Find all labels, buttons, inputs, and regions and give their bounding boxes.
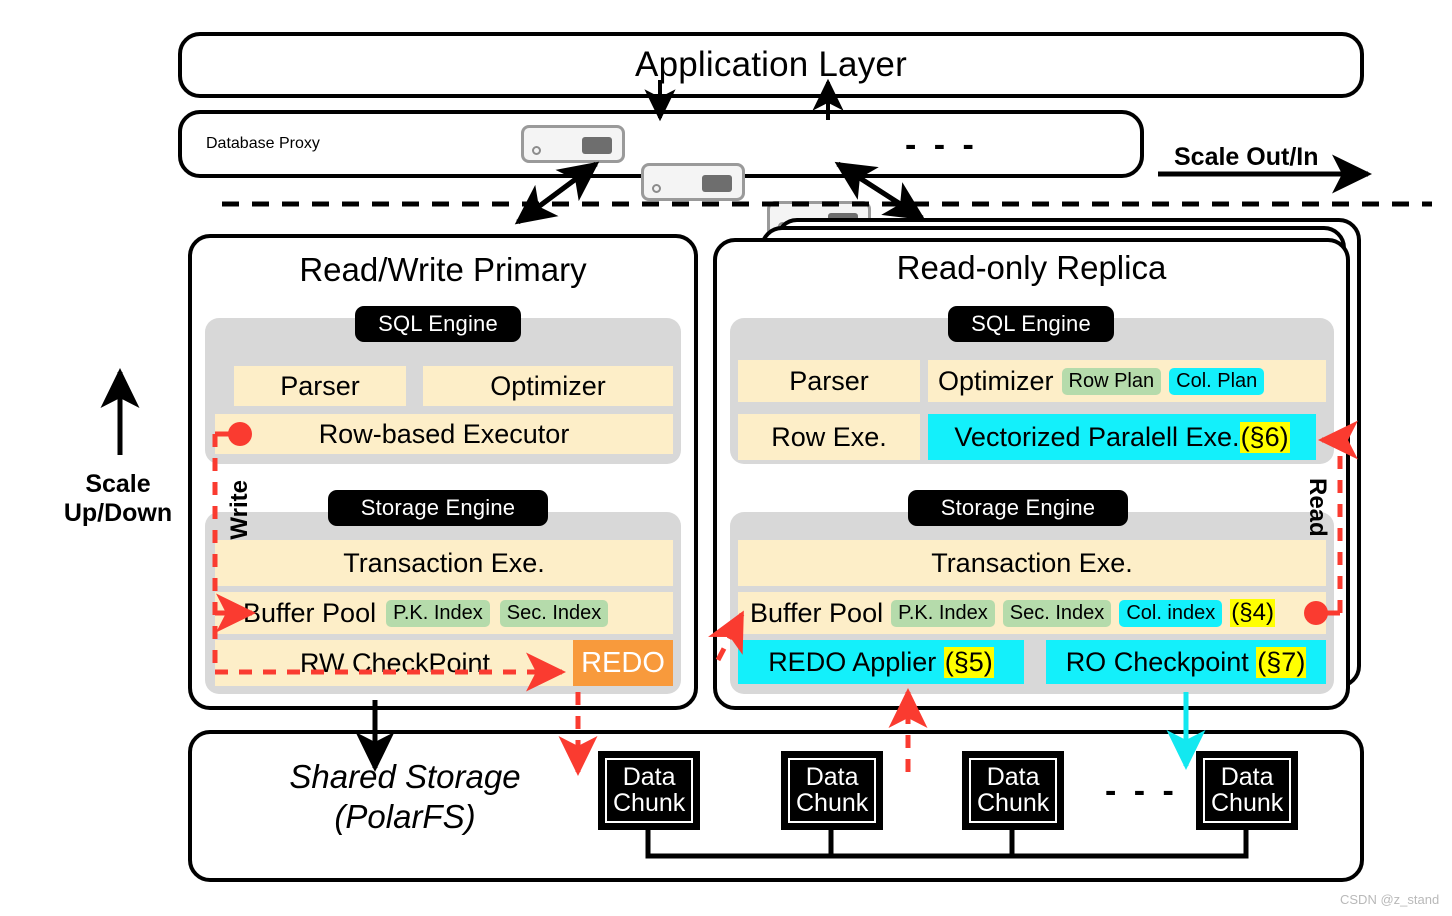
primary-storage-engine-badge: Storage Engine [328,490,548,526]
primary-buffer-pool-row[interactable]: Buffer Pool P.K. Index Sec. Index [215,592,673,634]
shared-storage-title-line2: (PolarFS) [334,798,476,836]
primary-redo-box[interactable]: REDO [573,640,673,686]
replica-sec-index-tag[interactable]: Sec. Index [1002,599,1112,627]
server-bay-icon [582,137,612,154]
shared-storage-title: Shared Storage (PolarFS) [240,757,570,838]
data-chunk-2[interactable]: Data Chunk [781,751,884,830]
replica-col-plan-tag[interactable]: Col. Plan [1169,367,1265,395]
read-write-primary-title: Read/Write Primary [299,251,587,288]
replica-ro-checkpoint[interactable]: RO Checkpoint (§7) [1046,640,1326,684]
replica-pk-index-tag[interactable]: P.K. Index [891,599,995,627]
proxy-server-node-1[interactable] [521,125,625,163]
replica-parser[interactable]: Parser [738,360,920,402]
primary-parser[interactable]: Parser [234,366,406,406]
primary-optimizer[interactable]: Optimizer [423,366,673,406]
replica-redo-applier[interactable]: REDO Applier (§5) [738,640,1024,684]
data-chunk-label: Data Chunk [969,758,1058,823]
shared-storage-ellipsis: - - - [1105,772,1178,810]
replica-ro-checkpoint-label: RO Checkpoint [1065,646,1249,677]
primary-pk-index-tag[interactable]: P.K. Index [386,599,490,627]
data-chunk-label: Data Chunk [605,758,694,823]
server-bay-icon [702,175,732,192]
primary-sql-engine-badge: SQL Engine [355,306,521,342]
diagram-canvas: Application Layer Database Proxy - - - S… [0,0,1452,916]
replica-vectorized-exe-ref: (§6) [1239,421,1290,453]
application-layer-label: Application Layer [635,45,907,84]
application-layer-panel: Application Layer [178,32,1364,98]
replica-row-plan-tag[interactable]: Row Plan [1061,367,1162,395]
replica-buffer-pool-row[interactable]: Buffer Pool P.K. Index Sec. Index Col. i… [738,592,1326,634]
replica-row-exe[interactable]: Row Exe. [738,414,920,460]
scale-up-down-line1: Scale [85,470,151,498]
database-proxy-label: Database Proxy [206,135,320,152]
scale-out-in-label: Scale Out/In [1174,143,1319,171]
server-led-icon [532,146,541,155]
primary-rw-checkpoint[interactable]: RW CheckPoint [215,640,575,686]
replica-redo-applier-ref: (§5) [943,646,994,678]
primary-buffer-pool-label: Buffer Pool [243,597,377,628]
replica-read-flow-label: Read [1304,478,1331,537]
replica-buffer-pool-label: Buffer Pool [750,597,884,628]
scale-up-down-label: Scale Up/Down [42,470,194,528]
data-chunk-4[interactable]: Data Chunk [1196,751,1299,830]
replica-vectorized-exe-label: Vectorized Paralell Exe. [954,421,1240,452]
data-chunk-3[interactable]: Data Chunk [962,751,1065,830]
replica-storage-engine-badge: Storage Engine [908,490,1128,526]
replica-redo-applier-label: REDO Applier [768,646,937,677]
replica-col-index-ref: (§4) [1230,599,1275,627]
proxy-server-node-2[interactable] [641,163,745,201]
replica-col-index-tag[interactable]: Col. index [1119,599,1223,627]
data-chunk-1[interactable]: Data Chunk [598,751,701,830]
replica-transaction-exe[interactable]: Transaction Exe. [738,540,1326,586]
data-chunk-label: Data Chunk [1203,758,1292,823]
shared-storage-title-line1: Shared Storage [289,758,521,795]
replica-ro-checkpoint-ref: (§7) [1256,646,1307,678]
primary-row-based-executor[interactable]: Row-based Executor [215,414,673,454]
primary-sec-index-tag[interactable]: Sec. Index [499,599,609,627]
scale-up-down-line2: Up/Down [63,498,173,527]
replica-sql-engine-badge: SQL Engine [948,306,1114,342]
data-chunk-label: Data Chunk [788,758,877,823]
proxy-ellipsis: - - - [905,126,978,164]
primary-write-flow-label: Write [226,480,253,540]
replica-optimizer-label: Optimizer [938,365,1054,396]
replica-optimizer-row[interactable]: Optimizer Row Plan Col. Plan [928,360,1326,402]
watermark: CSDN @z_stand [1340,892,1440,907]
server-led-icon [652,184,661,193]
replica-vectorized-parallel-exe[interactable]: Vectorized Paralell Exe. (§6) [928,414,1316,460]
read-only-replica-title: Read-only Replica [896,249,1167,286]
primary-transaction-exe[interactable]: Transaction Exe. [215,540,673,586]
